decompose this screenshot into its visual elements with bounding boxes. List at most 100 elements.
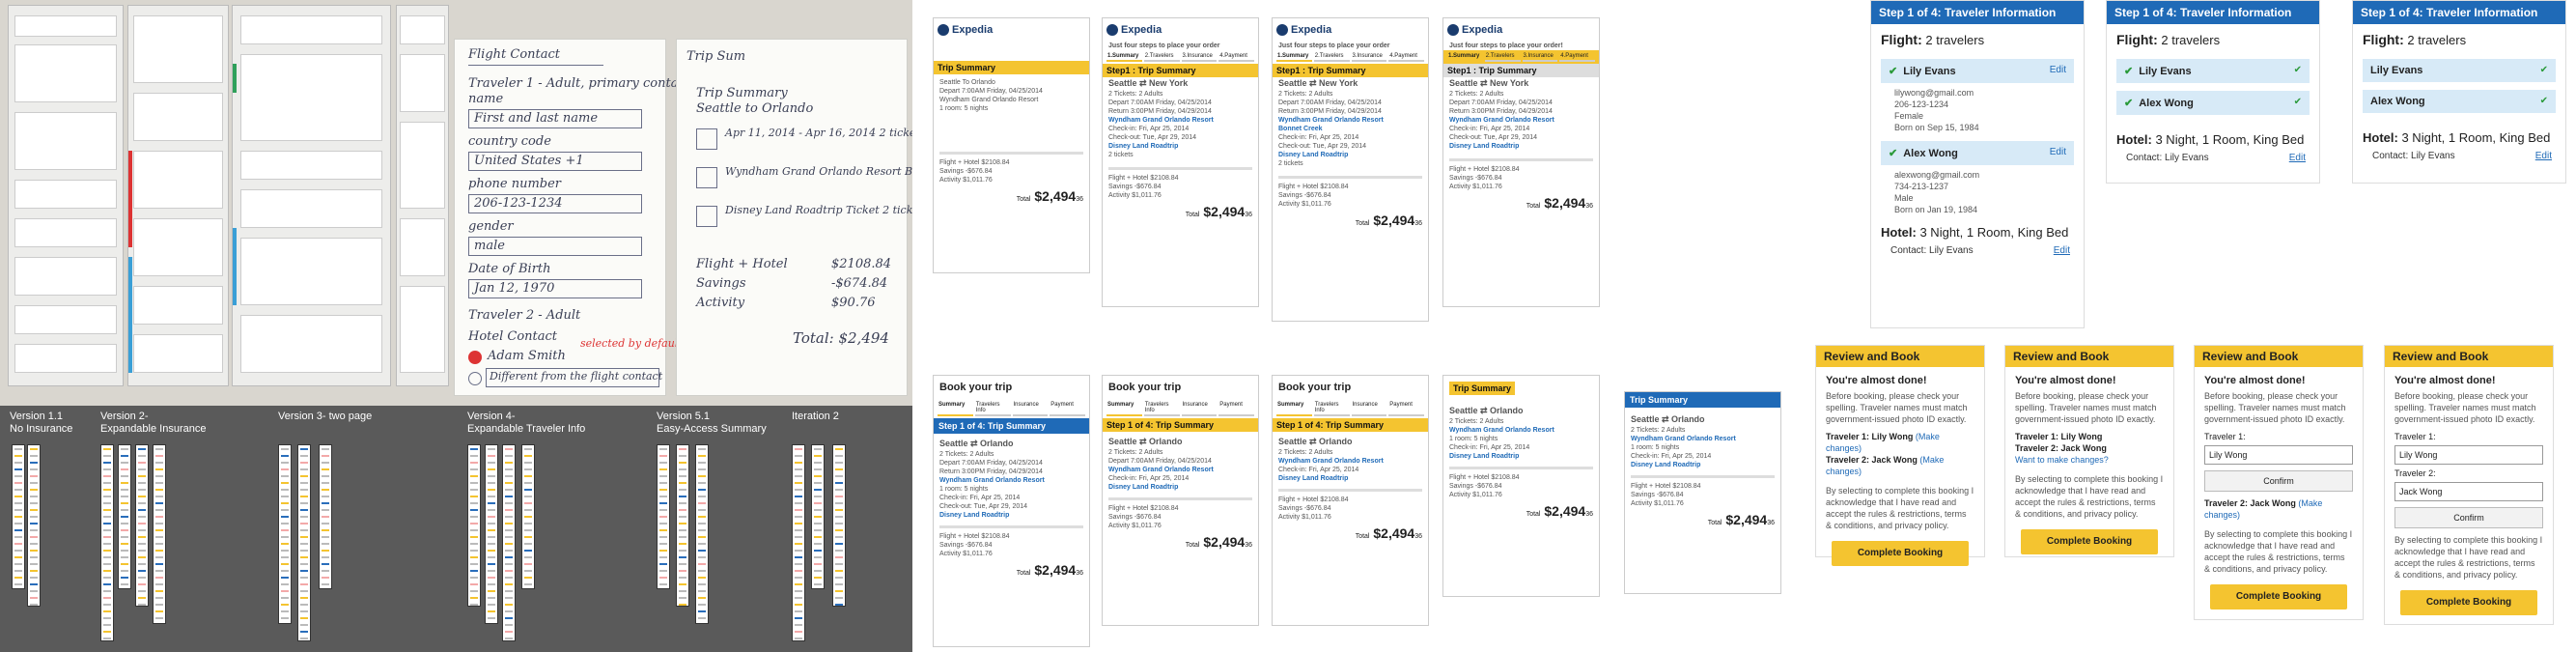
check-icon: ✔ [2124, 66, 2134, 77]
sketch-heading-trip-sum: Trip Sum [686, 49, 746, 64]
sketch-line: name [468, 92, 504, 106]
price-flight: Flight + Hotel $2108.84 [939, 533, 1010, 540]
review-done: You're almost done! [1826, 375, 1927, 386]
edit-link[interactable]: Edit [2050, 65, 2066, 75]
want-changes-link[interactable]: Want to make changes? [2015, 454, 2164, 466]
version-thumbnail [832, 444, 846, 607]
activity: Disney Land Roadtrip [1278, 152, 1349, 159]
sketch-price-label: Savings [696, 276, 746, 291]
route: Seattle ⇄ Orlando [939, 439, 1014, 448]
version-thumbnail [521, 444, 535, 589]
review-done: You're almost done! [2204, 375, 2306, 386]
price-savings: Savings -$676.84 [939, 168, 993, 176]
sketch-hotel-contact-1: Adam Smith [488, 349, 566, 363]
trip-summary-bar: Trip Summary [934, 61, 1089, 75]
confirm-button[interactable]: Confirm [2204, 470, 2353, 492]
traveler-row[interactable]: ✔ Lily Evans ✔ [2116, 59, 2310, 83]
hotel: Wyndham Grand Orlando Resort [1631, 436, 1736, 442]
version-thumbnail [319, 444, 332, 589]
sketch-note: selected by default [580, 337, 683, 350]
hotel: Wyndham Grand Orlando Resort [1108, 467, 1214, 473]
review-done: You're almost done! [2015, 375, 2116, 386]
edit-link[interactable]: Edit [2054, 245, 2070, 256]
price-savings: Savings -$676.84 [1108, 514, 1162, 521]
flight-count: 2 travelers [2407, 33, 2467, 47]
version-thumbnail [27, 444, 41, 607]
flight-label: Flight: [2363, 32, 2404, 47]
depart: Depart 7:00AM Friday, 04/25/2014 [1449, 99, 1553, 107]
traveler-row[interactable]: ✔ Alex Wong Edit [1881, 141, 2074, 165]
traveler-row[interactable]: Alex Wong ✔ [2363, 90, 2556, 113]
traveler-row[interactable]: ✔ Alex Wong ✔ [2116, 91, 2310, 115]
activity-tickets: 2 tickets [1108, 152, 1134, 159]
traveler-row[interactable]: Lily Evans ✔ [2363, 59, 2556, 82]
depart: Depart 7:00AM Friday, 04/25/2014 [939, 460, 1043, 467]
hotel-value: 3 Night, 1 Room, King Bed [2155, 132, 2305, 147]
return: Return 3:00PM Friday, 04/29/2014 [1108, 108, 1212, 116]
route: Seattle ⇄ New York [1449, 78, 1529, 89]
total: Total $2,49436 [1355, 213, 1422, 229]
total: Total $2,49436 [1016, 188, 1083, 205]
checkin: Check-in: Fri, Apr 25, 2014 [1278, 134, 1359, 142]
review-intro: Before booking, please check your spelli… [1826, 391, 1968, 424]
complete-booking-button[interactable]: Complete Booking [2210, 584, 2347, 609]
route: Seattle ⇄ New York [1278, 78, 1358, 89]
price-activity: Activity $1,011.76 [1449, 184, 1502, 191]
version-thumbnail [467, 444, 481, 607]
total: Total $2,49436 [1707, 512, 1775, 527]
step1of4-bar: Step 1 of 4: Trip Summary [934, 418, 1089, 434]
sketch-trip-summary: Trip Sum Trip Summary Seattle to Orlando… [676, 39, 912, 396]
book-trip-title: Book your trip [1278, 382, 1352, 393]
sketch-price-label: Activity [696, 296, 745, 310]
globe-icon [1447, 24, 1459, 37]
price-savings: Savings -$676.84 [939, 542, 993, 549]
complete-booking-button[interactable]: Complete Booking [1832, 541, 1969, 566]
traveler1-input[interactable]: Lily Wong [2394, 445, 2543, 465]
traveler-row[interactable]: ✔ Lily Evans Edit [1881, 59, 2074, 83]
checkin: Check-in: Fri, Apr 25, 2014 [1449, 444, 1530, 451]
version-thumbnail [12, 444, 25, 589]
check-icon: ✔ [2293, 97, 2302, 107]
edit-link[interactable]: Edit [2050, 147, 2066, 157]
step1-bar: Step1 : Trip Summary [1273, 64, 1428, 78]
complete-booking-button[interactable]: Complete Booking [2400, 590, 2537, 615]
sketch-photo: Flight Contact Traveler 1 - Adult, prima… [0, 0, 912, 406]
review-header: Review and Book [2005, 346, 2173, 367]
sketch-summary-item: Disney Land Roadtrip Ticket 2 tickets [725, 204, 912, 216]
traveler-detail: Female [1894, 111, 1924, 121]
globe-icon [938, 24, 949, 37]
globe-icon [1106, 24, 1118, 37]
terms-text: By selecting to complete this booking I … [2394, 535, 2543, 580]
price-activity: Activity $1,011.76 [939, 551, 993, 557]
sketch-heading-flight-contact: Flight Contact [468, 47, 561, 62]
return: Return 3:00PM Friday, 04/29/2014 [939, 468, 1043, 475]
version-label: Version 4- Expandable Traveler Info [467, 411, 586, 435]
flight-count: 2 travelers [1925, 33, 1985, 47]
activity: Disney Land Roadtrip [939, 512, 1010, 519]
complete-booking-button[interactable]: Complete Booking [2021, 529, 2158, 554]
total: Total $2,49436 [1526, 195, 1593, 212]
edit-link[interactable]: Edit [2289, 153, 2306, 163]
price-savings: Savings -$676.84 [1449, 175, 1502, 183]
price-activity: Activity $1,011.76 [1278, 201, 1331, 209]
edit-link[interactable]: Edit [2535, 151, 2552, 161]
traveler2-input[interactable]: Jack Wong [2394, 482, 2543, 501]
traveler-detail: Male [1894, 193, 1914, 203]
check-icon: ✔ [1889, 66, 1898, 77]
sketch-summary-item: Apr 11, 2014 - Apr 16, 2014 2 tickets - … [725, 127, 912, 139]
brand-logo: Expedia [1121, 24, 1162, 36]
version-thumbnail [135, 444, 149, 607]
confirm-button[interactable]: Confirm [2394, 507, 2543, 528]
price-activity: Activity $1,011.76 [939, 177, 993, 184]
check-icon: ✔ [1889, 148, 1898, 159]
route: Seattle ⇄ Orlando [1631, 414, 1705, 424]
rooms: 1 room: 5 nights [939, 486, 989, 493]
route: Seattle To Orlando [939, 79, 995, 87]
tickets: 2 Tickets: 2 Adults [1631, 427, 1686, 434]
checkout: Check-out: Tue, Apr 29, 2014 [939, 503, 1028, 510]
mobile-screen-summary-3: Expedia Just four steps to place your or… [1272, 17, 1429, 322]
review-header: Review and Book [2385, 346, 2553, 367]
traveler1-input[interactable]: Lily Wong [2204, 445, 2353, 465]
card-header: Step 1 of 4: Traveler Information [2107, 1, 2319, 24]
sketch-line: 206-123-1234 [474, 196, 563, 211]
